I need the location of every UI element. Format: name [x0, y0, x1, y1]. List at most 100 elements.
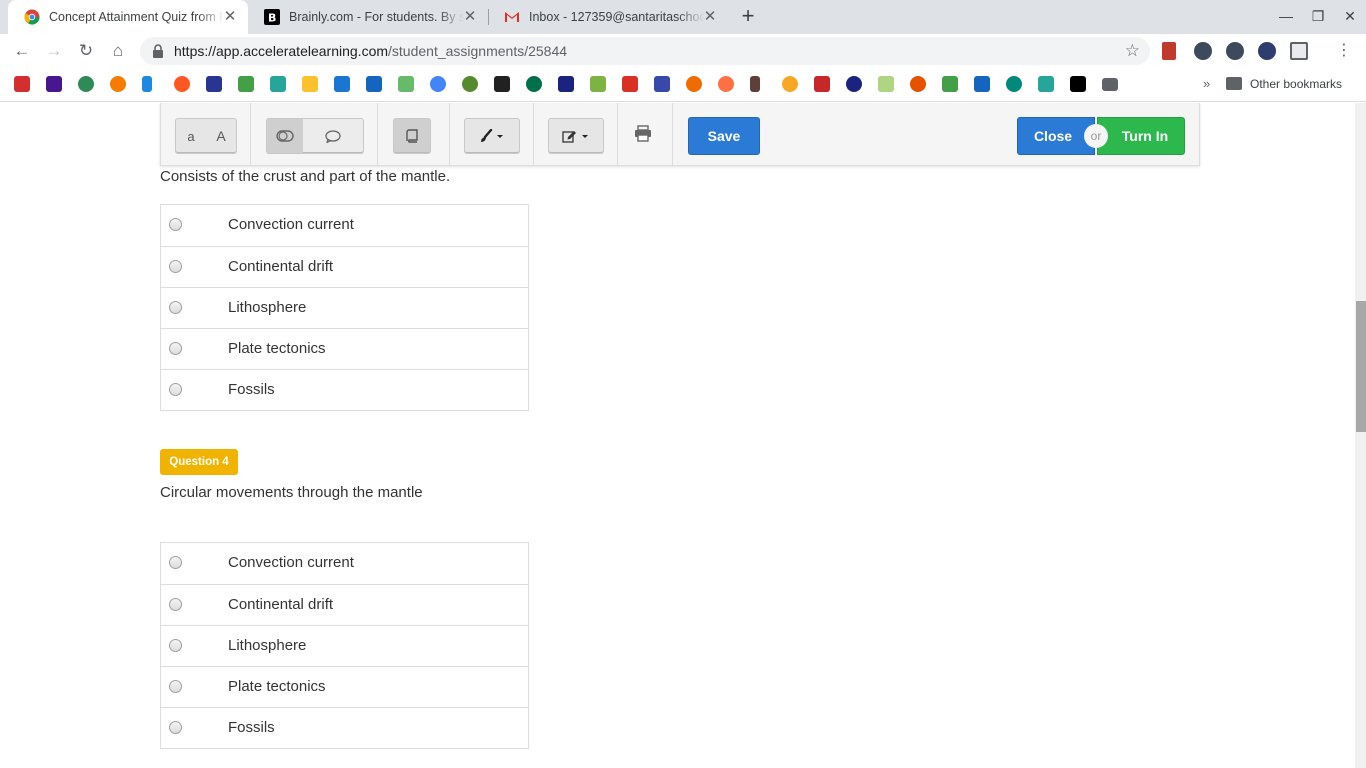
browser-menu-icon[interactable]: ⋮	[1336, 42, 1352, 60]
scrollbar-thumb[interactable]	[1356, 301, 1366, 432]
bookmark-icon[interactable]	[142, 76, 152, 92]
page-scrollbar[interactable]	[1355, 103, 1366, 768]
save-button[interactable]: Save	[688, 117, 760, 155]
tab-gmail[interactable]: Inbox - 127359@santaritaschoo ✕	[488, 0, 728, 34]
extension-shield-icon[interactable]	[1226, 42, 1244, 60]
close-tab-icon[interactable]: ✕	[702, 9, 718, 25]
tab-concept-quiz[interactable]: Concept Attainment Quiz from F ✕	[8, 0, 248, 34]
bookmark-icon[interactable]	[942, 76, 958, 92]
highlighter-dropdown[interactable]	[465, 119, 519, 153]
extension-k-icon[interactable]	[1258, 42, 1276, 60]
highlighter-group	[464, 118, 520, 154]
bookmark-icon[interactable]	[526, 76, 542, 92]
bookmark-icon[interactable]	[110, 76, 126, 92]
new-tab-button[interactable]: +	[736, 5, 760, 29]
extension-shield-icon[interactable]	[1194, 42, 1212, 60]
font-larger-button[interactable]: A	[206, 119, 236, 153]
bookmark-icon[interactable]	[366, 76, 382, 92]
eliminate-choice-button[interactable]	[267, 119, 303, 153]
bookmark-icon[interactable]	[622, 76, 638, 92]
reload-icon[interactable]: ↻	[74, 39, 98, 63]
bookmark-icon[interactable]	[174, 76, 190, 92]
bookmark-icon[interactable]	[398, 76, 414, 92]
close-window-icon[interactable]: ✕	[1340, 6, 1360, 26]
radio-button[interactable]	[169, 342, 182, 355]
bookmark-icon[interactable]	[302, 76, 318, 92]
radio-button[interactable]	[169, 383, 182, 396]
bookmark-icon[interactable]	[46, 76, 62, 92]
bookmark-icon[interactable]	[1038, 76, 1054, 92]
font-smaller-button[interactable]: a	[176, 119, 206, 153]
forward-icon[interactable]: →	[42, 39, 66, 63]
answer-choice[interactable]: Plate tectonics	[161, 666, 528, 707]
bookmark-icon[interactable]	[846, 76, 862, 92]
bookmark-icon[interactable]	[750, 76, 760, 92]
home-icon[interactable]: ⌂	[106, 39, 130, 63]
notes-dropdown[interactable]	[549, 119, 603, 153]
bookmark-icon[interactable]	[1070, 76, 1086, 92]
bookmark-icon[interactable]	[590, 76, 606, 92]
bookmark-icon[interactable]	[1006, 76, 1022, 92]
answer-choice[interactable]: Lithosphere	[161, 625, 528, 666]
bookmarks-more-icon[interactable]: »	[1203, 76, 1210, 91]
radio-button[interactable]	[169, 260, 182, 273]
bookmark-icon[interactable]	[334, 76, 350, 92]
folder-icon[interactable]	[1102, 78, 1118, 91]
bookmark-icon[interactable]	[910, 76, 926, 92]
extensions-grid-icon[interactable]	[1290, 42, 1308, 60]
address-bar[interactable]: https://app.acceleratelearning.com/stude…	[140, 37, 1150, 65]
bookmark-icon[interactable]	[686, 76, 702, 92]
radio-button[interactable]	[169, 598, 182, 611]
bookmark-icon[interactable]	[14, 76, 30, 92]
bookmark-icon[interactable]	[654, 76, 670, 92]
bookmark-icon[interactable]	[718, 76, 734, 92]
close-tab-icon[interactable]: ✕	[222, 9, 238, 25]
radio-button[interactable]	[169, 301, 182, 314]
url-text: https://app.acceleratelearning.com/stude…	[174, 43, 567, 59]
restore-icon[interactable]: ❐	[1308, 6, 1328, 26]
tab-title: Concept Attainment Quiz from F	[49, 10, 224, 24]
radio-button[interactable]	[169, 721, 182, 734]
reference-book-button[interactable]	[394, 119, 430, 153]
answer-choice[interactable]: Fossils	[161, 707, 528, 748]
page-content: a A Save Close Turn In or Consists of th…	[0, 103, 1366, 768]
print-button[interactable]	[634, 125, 652, 147]
bookmark-icon[interactable]	[206, 76, 222, 92]
bookmark-icon[interactable]	[974, 76, 990, 92]
tab-brainly[interactable]: B Brainly.com - For students. By st ✕	[248, 0, 488, 34]
turn-in-button[interactable]: Turn In	[1097, 117, 1185, 155]
minimize-icon[interactable]: —	[1276, 6, 1296, 26]
answer-choice[interactable]: Lithosphere	[161, 287, 528, 328]
bookmark-icon[interactable]	[878, 76, 894, 92]
radio-button[interactable]	[169, 639, 182, 652]
choice-label: Plate tectonics	[228, 678, 326, 695]
bookmark-icon[interactable]	[814, 76, 830, 92]
bookmark-icon[interactable]	[430, 76, 446, 92]
radio-button[interactable]	[169, 218, 182, 231]
close-tab-icon[interactable]: ✕	[462, 9, 478, 25]
back-icon[interactable]: ←	[10, 39, 34, 63]
bookmark-icon[interactable]	[558, 76, 574, 92]
brainly-icon: B	[264, 9, 280, 25]
toggle-icon	[276, 130, 294, 142]
toolbar-divider	[377, 103, 378, 166]
answer-choice[interactable]: Continental drift	[161, 246, 528, 287]
bookmark-icon[interactable]	[782, 76, 798, 92]
radio-button[interactable]	[169, 556, 182, 569]
bookmark-icon[interactable]	[462, 76, 478, 92]
bookmark-star-icon[interactable]: ☆	[1125, 41, 1140, 61]
bookmark-icon[interactable]	[270, 76, 286, 92]
bookmark-icon[interactable]	[78, 76, 94, 92]
bookmark-icon[interactable]	[494, 76, 510, 92]
comment-button[interactable]	[303, 119, 363, 153]
radio-button[interactable]	[169, 680, 182, 693]
extension-book-icon[interactable]	[1162, 42, 1176, 60]
toolbar-divider	[617, 103, 618, 166]
answer-choice[interactable]: Convection current	[161, 205, 528, 246]
answer-choice[interactable]: Plate tectonics	[161, 328, 528, 369]
answer-choice[interactable]: Continental drift	[161, 584, 528, 625]
answer-choice[interactable]: Fossils	[161, 369, 528, 410]
other-bookmarks-link[interactable]: Other bookmarks	[1250, 77, 1342, 91]
answer-choice[interactable]: Convection current	[161, 543, 528, 584]
bookmark-icon[interactable]	[238, 76, 254, 92]
